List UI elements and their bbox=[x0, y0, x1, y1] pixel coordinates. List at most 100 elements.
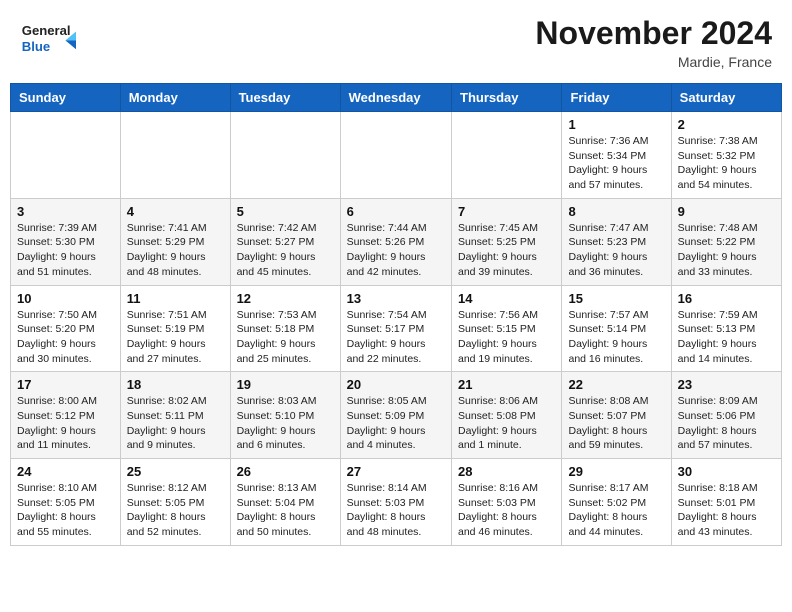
day-info: Sunrise: 7:48 AM Sunset: 5:22 PM Dayligh… bbox=[678, 221, 775, 280]
day-number: 21 bbox=[458, 377, 555, 392]
day-number: 11 bbox=[127, 291, 224, 306]
calendar-cell: 19Sunrise: 8:03 AM Sunset: 5:10 PM Dayli… bbox=[230, 372, 340, 459]
calendar-cell: 23Sunrise: 8:09 AM Sunset: 5:06 PM Dayli… bbox=[671, 372, 781, 459]
day-number: 24 bbox=[17, 464, 114, 479]
column-header-saturday: Saturday bbox=[671, 84, 781, 112]
day-info: Sunrise: 7:57 AM Sunset: 5:14 PM Dayligh… bbox=[568, 308, 664, 367]
column-header-wednesday: Wednesday bbox=[340, 84, 451, 112]
calendar-cell: 2Sunrise: 7:38 AM Sunset: 5:32 PM Daylig… bbox=[671, 112, 781, 199]
calendar-cell: 16 Sunrise: 7:59 AM Sunset: 5:13 PM Dayli… bbox=[671, 285, 781, 372]
calendar-cell: 12 Sunrise: 7:53 AM Sunset: 5:18 PM Dayli… bbox=[230, 285, 340, 372]
column-header-sunday: Sunday bbox=[11, 84, 121, 112]
day-number: 4 bbox=[127, 204, 224, 219]
day-info: Sunrise: 8:17 AM Sunset: 5:02 PM Dayligh… bbox=[568, 481, 664, 540]
logo-svg: General Blue bbox=[20, 15, 90, 65]
location: Mardie, France bbox=[535, 54, 772, 70]
calendar-week-5: 24 Sunrise: 8:10 AM Sunset: 5:05 PM Dayli… bbox=[11, 459, 782, 546]
svg-text:General: General bbox=[22, 23, 71, 38]
day-number: 8 bbox=[568, 204, 664, 219]
logo: General Blue bbox=[20, 15, 90, 65]
day-info: Sunrise: 8:06 AM Sunset: 5:08 PM Dayligh… bbox=[458, 394, 555, 453]
day-info: Sunrise: 7:47 AM Sunset: 5:23 PM Dayligh… bbox=[568, 221, 664, 280]
day-info: Sunrise: 8:14 AM Sunset: 5:03 PM Dayligh… bbox=[347, 481, 445, 540]
day-info: Sunrise: 7:53 AM Sunset: 5:18 PM Dayligh… bbox=[237, 308, 334, 367]
day-info: Sunrise: 7:45 AM Sunset: 5:25 PM Dayligh… bbox=[458, 221, 555, 280]
day-info: Sunrise: 8:05 AM Sunset: 5:09 PM Dayligh… bbox=[347, 394, 445, 453]
day-info: Sunrise: 8:10 AM Sunset: 5:05 PM Dayligh… bbox=[17, 481, 114, 540]
day-number: 3 bbox=[17, 204, 114, 219]
calendar-week-1: 1Sunrise: 7:36 AM Sunset: 5:34 PM Daylig… bbox=[11, 112, 782, 199]
day-number: 25 bbox=[127, 464, 224, 479]
day-info: Sunrise: 7:38 AM Sunset: 5:32 PM Dayligh… bbox=[678, 134, 775, 193]
day-number: 13 bbox=[347, 291, 445, 306]
calendar-cell: 27 Sunrise: 8:14 AM Sunset: 5:03 PM Dayli… bbox=[340, 459, 451, 546]
page-header: General Blue November 2024 Mardie, Franc… bbox=[10, 10, 782, 75]
day-number: 10 bbox=[17, 291, 114, 306]
day-info: Sunrise: 8:02 AM Sunset: 5:11 PM Dayligh… bbox=[127, 394, 224, 453]
day-number: 12 bbox=[237, 291, 334, 306]
day-number: 23 bbox=[678, 377, 775, 392]
day-info: Sunrise: 7:54 AM Sunset: 5:17 PM Dayligh… bbox=[347, 308, 445, 367]
calendar-cell: 15 Sunrise: 7:57 AM Sunset: 5:14 PM Dayli… bbox=[562, 285, 671, 372]
day-number: 20 bbox=[347, 377, 445, 392]
day-number: 14 bbox=[458, 291, 555, 306]
calendar-week-4: 17 Sunrise: 8:00 AM Sunset: 5:12 PM Dayli… bbox=[11, 372, 782, 459]
calendar-cell: 28 Sunrise: 8:16 AM Sunset: 5:03 PM Dayli… bbox=[452, 459, 562, 546]
title-block: November 2024 Mardie, France bbox=[535, 15, 772, 70]
day-info: Sunrise: 7:41 AM Sunset: 5:29 PM Dayligh… bbox=[127, 221, 224, 280]
calendar-cell: 17 Sunrise: 8:00 AM Sunset: 5:12 PM Dayli… bbox=[11, 372, 121, 459]
day-info: Sunrise: 8:12 AM Sunset: 5:05 PM Dayligh… bbox=[127, 481, 224, 540]
day-info: Sunrise: 7:51 AM Sunset: 5:19 PM Dayligh… bbox=[127, 308, 224, 367]
day-number: 27 bbox=[347, 464, 445, 479]
day-info: Sunrise: 8:16 AM Sunset: 5:03 PM Dayligh… bbox=[458, 481, 555, 540]
day-info: Sunrise: 8:13 AM Sunset: 5:04 PM Dayligh… bbox=[237, 481, 334, 540]
day-number: 16 bbox=[678, 291, 775, 306]
day-number: 28 bbox=[458, 464, 555, 479]
day-number: 1 bbox=[568, 117, 664, 132]
day-info: Sunrise: 7:56 AM Sunset: 5:15 PM Dayligh… bbox=[458, 308, 555, 367]
calendar-cell: 10Sunrise: 7:50 AM Sunset: 5:20 PM Dayli… bbox=[11, 285, 121, 372]
calendar-cell: 21 Sunrise: 8:06 AM Sunset: 5:08 PM Dayli… bbox=[452, 372, 562, 459]
day-number: 17 bbox=[17, 377, 114, 392]
calendar-cell: 9 Sunrise: 7:48 AM Sunset: 5:22 PM Daylig… bbox=[671, 198, 781, 285]
calendar-cell bbox=[230, 112, 340, 199]
calendar-cell bbox=[340, 112, 451, 199]
calendar-cell: 13 Sunrise: 7:54 AM Sunset: 5:17 PM Dayli… bbox=[340, 285, 451, 372]
calendar-cell: 7Sunrise: 7:45 AM Sunset: 5:25 PM Daylig… bbox=[452, 198, 562, 285]
month-title: November 2024 bbox=[535, 15, 772, 52]
calendar-cell bbox=[11, 112, 121, 199]
calendar-cell: 3 Sunrise: 7:39 AM Sunset: 5:30 PM Daylig… bbox=[11, 198, 121, 285]
day-number: 15 bbox=[568, 291, 664, 306]
calendar-cell: 20 Sunrise: 8:05 AM Sunset: 5:09 PM Dayli… bbox=[340, 372, 451, 459]
calendar-cell: 18Sunrise: 8:02 AM Sunset: 5:11 PM Dayli… bbox=[120, 372, 230, 459]
calendar-cell bbox=[452, 112, 562, 199]
calendar-cell: 29Sunrise: 8:17 AM Sunset: 5:02 PM Dayli… bbox=[562, 459, 671, 546]
column-header-thursday: Thursday bbox=[452, 84, 562, 112]
day-info: Sunrise: 7:44 AM Sunset: 5:26 PM Dayligh… bbox=[347, 221, 445, 280]
day-info: Sunrise: 8:08 AM Sunset: 5:07 PM Dayligh… bbox=[568, 394, 664, 453]
day-info: Sunrise: 7:39 AM Sunset: 5:30 PM Dayligh… bbox=[17, 221, 114, 280]
calendar-cell: 5 Sunrise: 7:42 AM Sunset: 5:27 PM Daylig… bbox=[230, 198, 340, 285]
column-header-tuesday: Tuesday bbox=[230, 84, 340, 112]
day-number: 26 bbox=[237, 464, 334, 479]
column-header-monday: Monday bbox=[120, 84, 230, 112]
calendar-cell: 1Sunrise: 7:36 AM Sunset: 5:34 PM Daylig… bbox=[562, 112, 671, 199]
day-info: Sunrise: 7:59 AM Sunset: 5:13 PM Dayligh… bbox=[678, 308, 775, 367]
calendar-cell bbox=[120, 112, 230, 199]
day-info: Sunrise: 8:00 AM Sunset: 5:12 PM Dayligh… bbox=[17, 394, 114, 453]
day-info: Sunrise: 8:18 AM Sunset: 5:01 PM Dayligh… bbox=[678, 481, 775, 540]
calendar-week-2: 3 Sunrise: 7:39 AM Sunset: 5:30 PM Daylig… bbox=[11, 198, 782, 285]
column-header-friday: Friday bbox=[562, 84, 671, 112]
day-info: Sunrise: 7:42 AM Sunset: 5:27 PM Dayligh… bbox=[237, 221, 334, 280]
day-number: 22 bbox=[568, 377, 664, 392]
calendar-cell: 8 Sunrise: 7:47 AM Sunset: 5:23 PM Daylig… bbox=[562, 198, 671, 285]
calendar-header-row: SundayMondayTuesdayWednesdayThursdayFrid… bbox=[11, 84, 782, 112]
day-number: 19 bbox=[237, 377, 334, 392]
calendar-cell: 11 Sunrise: 7:51 AM Sunset: 5:19 PM Dayli… bbox=[120, 285, 230, 372]
svg-text:Blue: Blue bbox=[22, 39, 50, 54]
day-number: 6 bbox=[347, 204, 445, 219]
day-number: 30 bbox=[678, 464, 775, 479]
day-number: 5 bbox=[237, 204, 334, 219]
day-number: 9 bbox=[678, 204, 775, 219]
calendar-cell: 24 Sunrise: 8:10 AM Sunset: 5:05 PM Dayli… bbox=[11, 459, 121, 546]
